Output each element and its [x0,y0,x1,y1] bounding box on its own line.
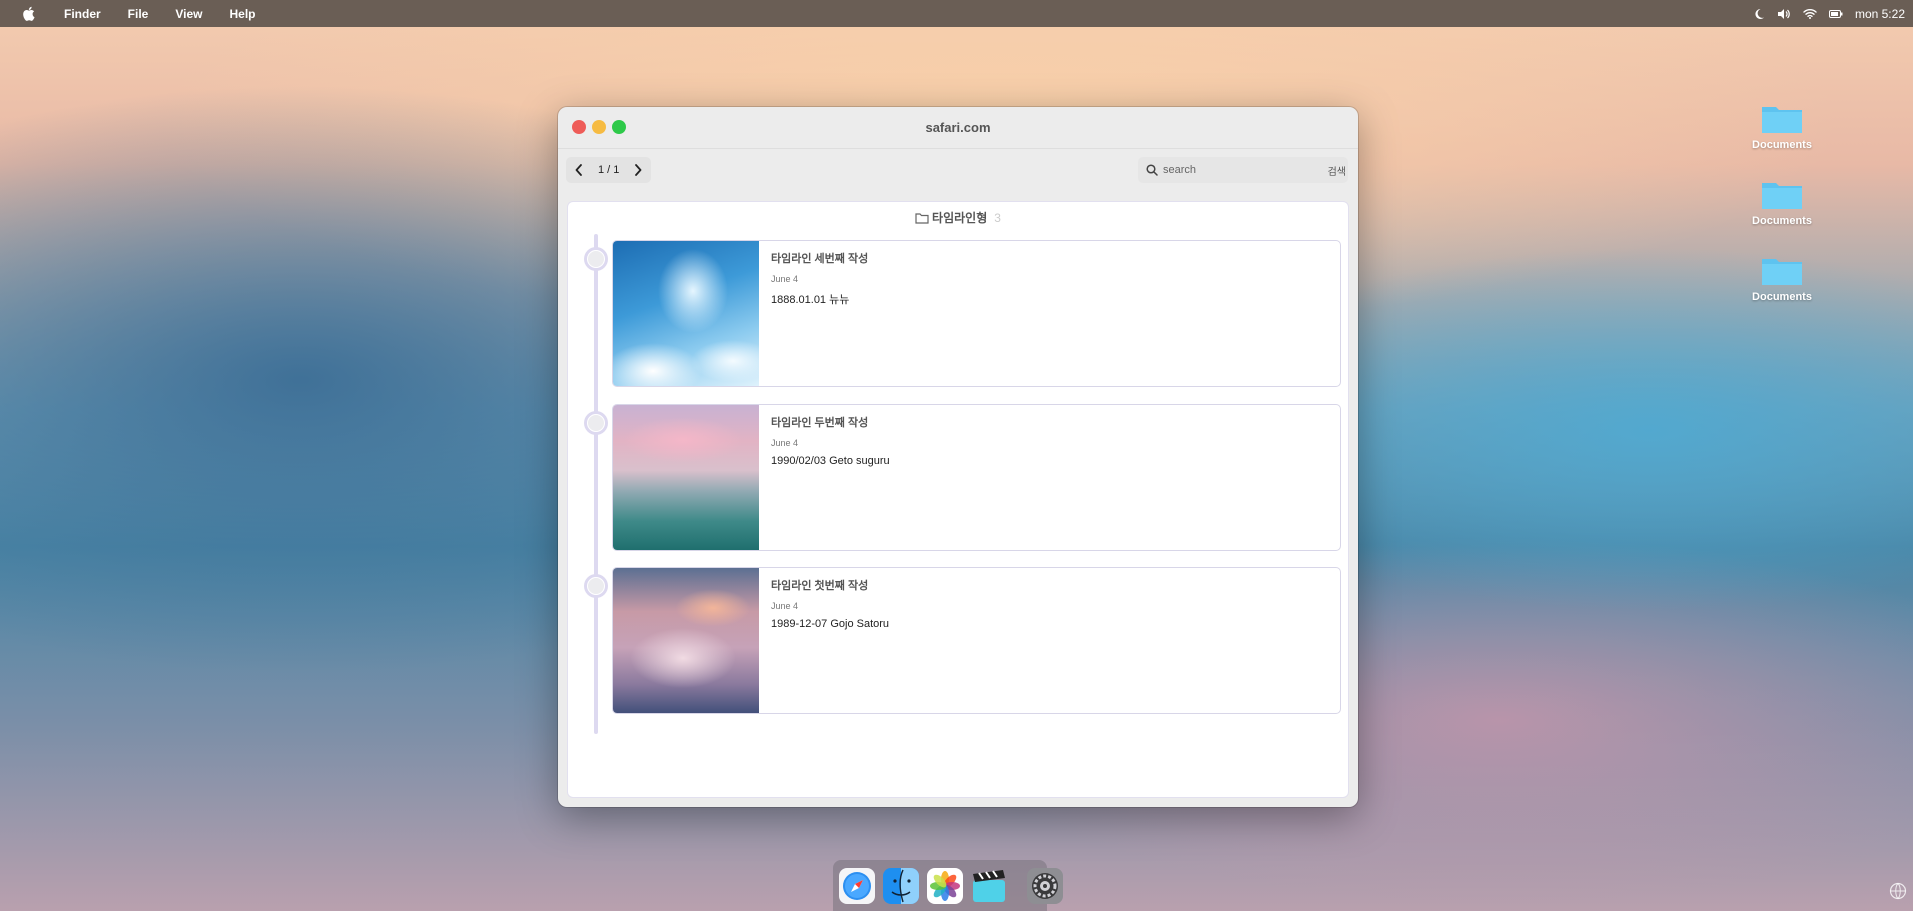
timeline-line [594,234,598,734]
entry-date: June 4 [771,274,799,284]
prev-page-button[interactable] [566,157,592,183]
folder-header: 타임라인형 3 [568,209,1348,226]
folder-count: 3 [994,210,1001,225]
dock [833,860,1063,911]
entry-thumbnail [613,241,759,386]
menu-finder[interactable]: Finder [64,7,101,21]
entry-thumbnail [613,405,759,550]
entry-body: 1888.01.01 뉴뉴 [771,294,850,306]
title-bar[interactable]: safari.com [558,107,1358,149]
entry-body: 1990/02/03 Geto suguru [771,455,890,467]
folder-icon [1760,179,1804,211]
safari-icon[interactable] [839,866,875,906]
clips-icon[interactable] [971,866,1007,906]
moon-icon[interactable] [1753,8,1765,20]
search-button[interactable]: 검색 [1328,163,1346,178]
desktop-icon-label: Documents [1752,139,1812,151]
apple-logo-icon[interactable] [20,6,36,22]
desktop-icon-label: Documents [1752,291,1812,303]
entry-thumbnail [613,568,759,713]
browser-window: safari.com 1 / 1 검색 타임라인형 3 [558,107,1358,807]
entry-date: June 4 [771,601,799,611]
toolbar: 1 / 1 검색 [558,149,1358,191]
page-indicator: 1 / 1 [598,164,620,176]
next-page-button[interactable] [625,157,651,183]
timeline-dot [584,411,608,435]
folder-name: 타임라인형 [932,211,988,225]
desktop-icon-documents[interactable]: Documents [1740,179,1824,227]
timeline-entry[interactable]: 타임라인 두번째 작성 June 4 1990/02/03 Geto sugur… [612,404,1341,551]
entry-title: 타임라인 세번째 작성 [771,253,869,265]
entry-date: June 4 [771,438,799,448]
timeline-dot [584,574,608,598]
timeline-entry[interactable]: 타임라인 첫번째 작성 June 4 1989-12-07 Gojo Sator… [612,567,1341,714]
status-area: mon 5:22 [1753,0,1913,27]
pager: 1 / 1 [566,157,652,183]
desktop-icon-documents[interactable]: Documents [1740,103,1824,151]
menu-bar: Finder File View Help mon 5:22 [0,0,1913,27]
search-icon [1146,164,1158,176]
desktop-icon-label: Documents [1752,215,1812,227]
menu-file[interactable]: File [128,7,149,21]
entry-title: 타임라인 두번째 작성 [771,417,869,429]
entry-body: 1989-12-07 Gojo Satoru [771,618,890,630]
battery-icon[interactable] [1828,9,1843,19]
clock[interactable]: mon 5:22 [1855,7,1905,21]
search-input[interactable] [1163,164,1313,176]
folder-icon [1760,255,1804,287]
timeline-dot [584,247,608,271]
folder-outline-icon [915,212,929,224]
menu-help[interactable]: Help [229,7,255,21]
window-title: safari.com [925,120,991,135]
folder-icon [1760,103,1804,135]
menu-view[interactable]: View [175,7,202,21]
volume-icon[interactable] [1777,8,1791,20]
entry-title: 타임라인 첫번째 작성 [771,580,869,592]
wifi-icon[interactable] [1803,8,1817,19]
timeline-entry[interactable]: 타임라인 세번째 작성 June 4 1888.01.01 뉴뉴 [612,240,1341,387]
photos-icon[interactable] [927,866,963,906]
chevron-right-icon [635,164,642,176]
desktop-icon-documents[interactable]: Documents [1740,255,1824,303]
timeline-content: 타임라인형 3 타임라인 세번째 작성 June 4 1888.01.01 뉴뉴… [567,201,1349,798]
system-settings-icon[interactable] [1027,866,1063,906]
globe-icon[interactable] [1889,882,1907,905]
search-box: 검색 [1138,157,1348,183]
chevron-left-icon [575,164,582,176]
finder-icon[interactable] [883,866,919,906]
